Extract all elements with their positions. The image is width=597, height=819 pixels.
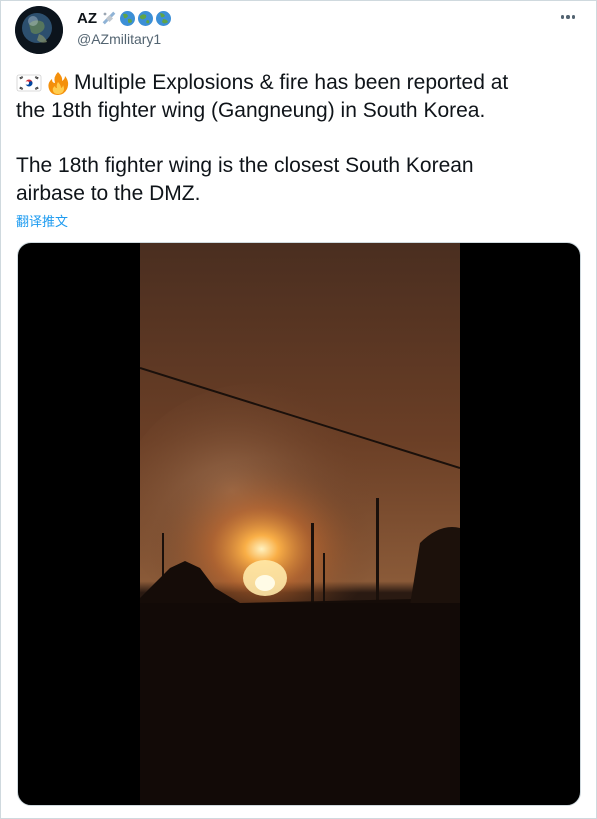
video-player[interactable] [17, 242, 581, 806]
globe-icon [137, 10, 154, 27]
translate-tweet-link[interactable]: 翻译推文 [16, 211, 68, 230]
display-name[interactable]: AZ [77, 10, 97, 27]
tweet-text-line-3: The 18th fighter wing is the closest Sou… [16, 154, 474, 177]
video-frame [140, 243, 460, 805]
globe-icon [119, 10, 136, 27]
more-dot-icon [566, 15, 570, 19]
south-korea-flag-icon [16, 70, 42, 96]
tweet-card[interactable]: AZ @AZmilitary1 Multiple Explosions & fi… [0, 0, 597, 819]
tweet-text-line-1: Multiple Explosions & fire has been repo… [74, 71, 509, 94]
globe-icon [155, 10, 172, 27]
more-options-button[interactable] [556, 7, 580, 27]
fire-icon [45, 70, 71, 96]
tweet-text-line-2: the 18th fighter wing (Gangneung) in Sou… [16, 99, 486, 122]
more-dot-icon [560, 15, 565, 19]
satellite-icon [101, 10, 118, 27]
tweet-text: Multiple Explosions & fire has been repo… [16, 69, 576, 208]
handle[interactable]: @AZmilitary1 [77, 31, 172, 47]
more-dot-icon [571, 15, 576, 19]
avatar[interactable] [15, 6, 63, 54]
tweet-text-line-4: airbase to the DMZ. [16, 182, 201, 205]
